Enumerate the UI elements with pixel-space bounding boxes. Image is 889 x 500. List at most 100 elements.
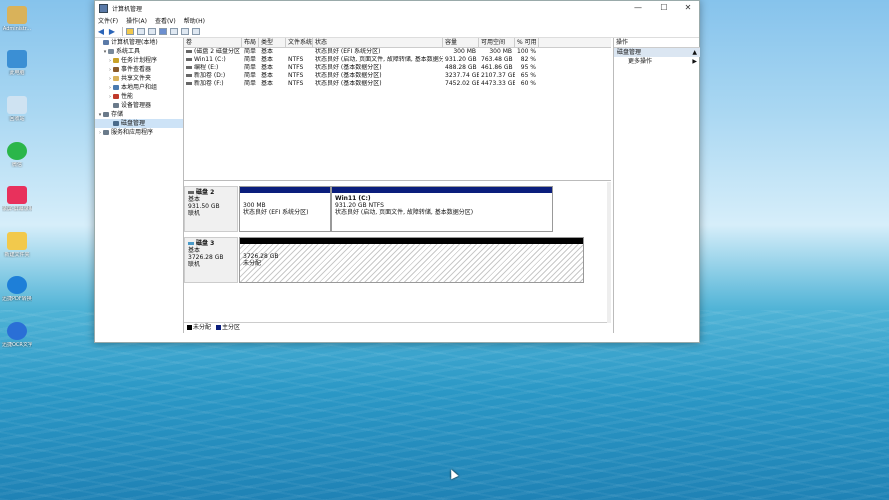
desktop-icon-ocr[interactable]: 迅捷OCR文字识别 <box>2 322 32 348</box>
table-cell: 状态良好 (EFI 系统分区) <box>315 48 381 55</box>
tree-item-label: 磁盘管理 <box>121 120 146 127</box>
volume-name: 新加卷 (D:) <box>194 72 226 79</box>
table-cell: 简单 <box>244 56 257 63</box>
menu-view[interactable]: 查看(V) <box>155 16 176 25</box>
table-cell: 状态良好 (基本数据分区) <box>315 64 382 71</box>
back-arrow-icon[interactable]: ◀ <box>97 27 105 35</box>
tree-item[interactable]: › 本地用户和组 <box>95 83 183 92</box>
desktop-icon-label: Administr... <box>2 26 32 32</box>
partition-unallocated[interactable]: 3726.28 GB 未分配 <box>239 237 584 283</box>
forward-arrow-icon[interactable]: ▶ <box>108 27 116 35</box>
volume-icon <box>186 58 192 61</box>
column-header-filesystem[interactable]: 文件系统 <box>286 38 313 47</box>
tree-item[interactable]: › 事件查看器 <box>95 65 183 74</box>
tree-item[interactable]: ▾ 系统工具 <box>95 47 183 56</box>
refresh-icon[interactable] <box>192 27 200 35</box>
table-row[interactable]: (磁盘 2 磁盘分区 1)简单基本 状态良好 (EFI 系统分区) 300 MB 30… <box>184 48 611 56</box>
toolbar-separator <box>122 26 123 36</box>
tree-item[interactable]: › 性能 <box>95 92 183 101</box>
minimize-button[interactable]: — <box>627 1 649 15</box>
partition-size: 3726.28 GB <box>243 253 279 260</box>
menu-file[interactable]: 文件(F) <box>98 16 118 25</box>
table-cell: 状态良好 (启动, 页面文件, 故障转储, 基本数据分区) <box>315 56 443 63</box>
tree-item[interactable]: ▾ 存储 <box>95 110 183 119</box>
tree-item[interactable]: › 任务计划程序 <box>95 56 183 65</box>
desktop-icon-pdf-converter[interactable]: 迅捷PDF转换器 <box>2 276 32 302</box>
tree-item[interactable]: 设备管理器 <box>95 101 183 110</box>
pdf-converter-icon <box>7 276 27 294</box>
up-folder-icon[interactable] <box>126 27 134 35</box>
volume-icon <box>186 74 192 77</box>
table-cell: 简单 <box>244 48 257 55</box>
column-header-free-space[interactable]: 可用空间 <box>479 38 515 47</box>
computer-management-window: 计算机管理 — ☐ ✕ 文件(F) 操作(A) 查看(V) 帮助(H) ◀ ▶ … <box>94 0 700 343</box>
desktop-icon-wechat[interactable]: 微信 <box>2 142 32 168</box>
table-row[interactable]: 编程 (E:) 简单 基本 NTFS 状态良好 (基本数据分区) 488.28 GB 461… <box>184 64 611 72</box>
volume-icon <box>186 50 192 53</box>
vertical-scrollbar[interactable] <box>607 182 611 323</box>
tree-item[interactable]: 计算机管理(本地) <box>95 38 183 47</box>
table-cell: (磁盘 2 磁盘分区 1) <box>184 48 242 56</box>
table-row[interactable]: Win11 (C:) 简单 基本 NTFS 状态良好 (启动, 页面文件, 故障转储, … <box>184 56 611 64</box>
legend: 未分配 主分区 <box>184 322 607 333</box>
tree-item-label: 服务和应用程序 <box>111 129 154 136</box>
tree-item[interactable]: 磁盘管理 <box>95 119 183 128</box>
table-cell: 95 % <box>520 64 536 71</box>
column-header-layout[interactable]: 布局 <box>242 38 259 47</box>
table-row[interactable]: 新加卷 (D:) 简单 基本 NTFS 状态良好 (基本数据分区) 3237.74 GB 2… <box>184 72 611 80</box>
volume-icon <box>186 82 192 85</box>
check-disk-icon[interactable] <box>181 27 189 35</box>
collapse-up-icon[interactable]: ▲ <box>692 48 697 57</box>
partition-title: Win11 (C:) <box>335 195 371 202</box>
partition-efi[interactable]: 300 MB 状态良好 (EFI 系统分区) <box>239 186 331 232</box>
disk-3-label[interactable]: 磁盘 3 基本 3726.28 GB 联机 <box>184 237 238 283</box>
table-cell: 基本 <box>261 48 274 55</box>
table-cell: 2107.37 GB <box>481 72 515 79</box>
desktop-icon-label: 录屏-屏幕录制 <box>2 206 32 212</box>
maximize-button[interactable]: ☐ <box>653 1 675 15</box>
tree-item-label: 本地用户和组 <box>121 84 158 91</box>
toolbar: ◀ ▶ <box>95 25 699 38</box>
properties-icon[interactable] <box>148 27 156 35</box>
desktop-icon-this-pc[interactable]: 此电脑 <box>2 50 32 76</box>
column-header-capacity[interactable]: 容量 <box>443 38 479 47</box>
partition-title <box>243 195 327 202</box>
tree-item[interactable]: › 服务和应用程序 <box>95 128 183 137</box>
menu-help[interactable]: 帮助(H) <box>184 16 205 25</box>
tree-item-label: 设备管理器 <box>121 102 152 109</box>
desktop-icon-recycle-bin[interactable]: 回收站 <box>2 96 32 122</box>
disk-2-label[interactable]: 磁盘 2 基本 931.50 GB 联机 <box>184 186 238 232</box>
actions-title: 操作 <box>614 38 700 48</box>
disk-type: 基本 <box>188 247 201 254</box>
more-actions-item[interactable]: 更多操作 ▶ <box>614 57 700 66</box>
recycle-bin-icon <box>7 96 27 114</box>
help-icon[interactable] <box>159 27 167 35</box>
table-cell: 简单 <box>244 80 257 87</box>
legend-swatch-primary <box>215 325 221 330</box>
table-cell: 简单 <box>244 64 257 71</box>
actions-section-disk-management[interactable]: 磁盘管理 ▲ <box>614 48 700 57</box>
partition-win11-c[interactable]: Win11 (C:) 931.20 GB NTFS 状态良好 (启动, 页面文件… <box>331 186 553 232</box>
desktop-icon-administrator[interactable]: Administr... <box>2 6 32 32</box>
list-view-icon[interactable] <box>170 27 178 35</box>
tree-item[interactable]: › 共享文件夹 <box>95 74 183 83</box>
table-cell: 100 % <box>517 48 537 55</box>
table-row[interactable]: 新加卷 (F:) 简单 基本 NTFS 状态良好 (基本数据分区) 7452.02 GB 4… <box>184 80 611 88</box>
column-header-percent-free[interactable]: % 可用 <box>515 38 539 47</box>
desktop-icon-new-folder[interactable]: 新建文件夹 <box>2 232 32 258</box>
menu-action[interactable]: 操作(A) <box>126 16 147 25</box>
show-hide-tree-icon[interactable] <box>137 27 145 35</box>
tree-node-icon <box>113 76 119 81</box>
title-bar[interactable]: 计算机管理 — ☐ ✕ <box>95 1 699 15</box>
desktop-icon-screen-recorder[interactable]: 录屏-屏幕录制 <box>2 186 32 212</box>
table-cell: 新加卷 (F:) <box>184 80 242 88</box>
table-cell: 基本 <box>261 64 274 71</box>
disk-row-2: 磁盘 2 基本 931.50 GB 联机 300 MB 状态良好 (EFI 系统… <box>184 186 553 232</box>
table-cell: 60 % <box>520 80 536 87</box>
column-header-type[interactable]: 类型 <box>259 38 286 47</box>
partition-status: 状态良好 (启动, 页面文件, 故障转储, 基本数据分区) <box>335 209 474 216</box>
desktop-icon-label: 迅捷PDF转换器 <box>2 296 32 302</box>
column-header-status[interactable]: 状态 <box>313 38 443 47</box>
column-header-volume[interactable]: 卷 <box>184 38 242 47</box>
close-button[interactable]: ✕ <box>677 1 699 15</box>
